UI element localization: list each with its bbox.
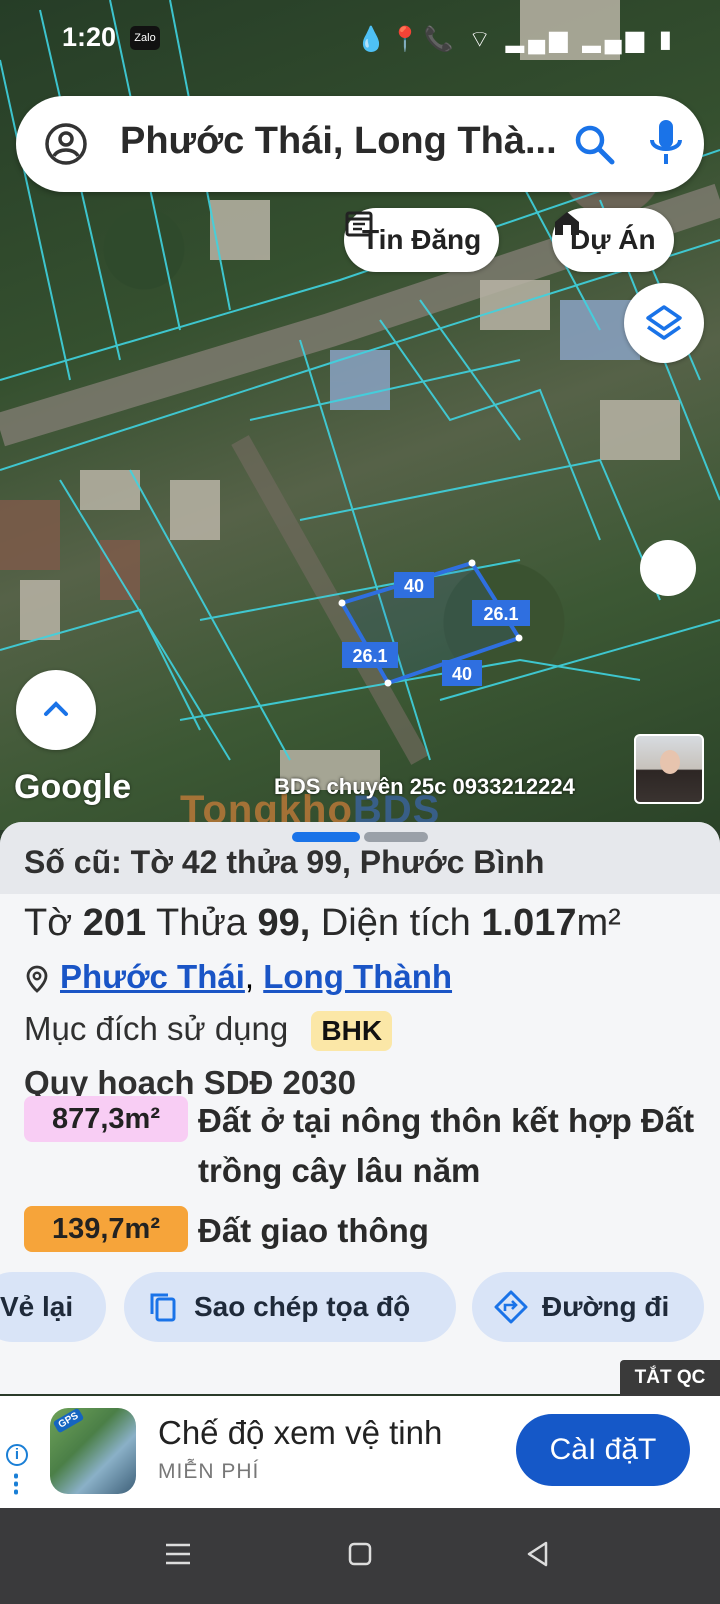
search-bar[interactable]: Phước Thái, Long Thà... xyxy=(16,96,704,192)
area-value: 1.017 xyxy=(481,902,577,944)
zone-description: Đất ở tại nông thôn kết hợp Đất trồng câ… xyxy=(198,1102,695,1189)
sheet-number: 201 xyxy=(82,902,147,944)
location-pin-icon xyxy=(26,965,48,994)
chip-tin-dang[interactable]: Tin Đăng xyxy=(344,208,500,272)
chip-du-an-label: Dự Án xyxy=(570,224,656,255)
layers-icon xyxy=(646,305,682,340)
zone-description: Đất giao thông xyxy=(198,1212,429,1249)
land-use-purpose: Mục đích sử dụng BHK xyxy=(24,1010,393,1052)
app-icon-gps-badge: GPS xyxy=(52,1407,85,1434)
zone-item: 139,7m² Đất giao thông xyxy=(24,1206,696,1256)
home-icon[interactable] xyxy=(346,1540,374,1568)
directions-label: Đường đi xyxy=(542,1291,670,1322)
expand-up-button[interactable] xyxy=(16,670,96,750)
search-query[interactable]: Phước Thái, Long Thà... xyxy=(120,120,560,163)
district-link[interactable]: Long Thành xyxy=(263,958,452,995)
app-icon[interactable]: GPS xyxy=(50,1407,136,1494)
ward-link[interactable]: Phước Thái xyxy=(60,958,245,995)
action-row: Vẻ lại Sao chép tọa độ Đường đi xyxy=(0,1272,720,1344)
search-icon[interactable] xyxy=(572,122,616,166)
ad-title[interactable]: Chế độ xem vệ tinh xyxy=(158,1414,442,1452)
zone-area-badge: 877,3m² xyxy=(24,1096,188,1142)
old-record-text: Số cũ: Tờ 42 thửa 99, Phước Bình xyxy=(24,844,545,880)
copy-icon xyxy=(150,1293,176,1322)
location-separator: , xyxy=(244,958,255,995)
ad-subtitle: MIỄN PHÍ xyxy=(158,1460,260,1483)
redraw-label: Vẻ lại xyxy=(0,1291,74,1322)
system-nav-bar xyxy=(0,1508,720,1604)
location-marker[interactable] xyxy=(640,540,696,596)
sheet-handle-inactive[interactable] xyxy=(364,832,428,842)
calendar-icon xyxy=(345,211,373,237)
status-icons: 💧📍📞 ⌔ ▂▄▆ ▂▄▆ ▮ xyxy=(356,26,676,53)
google-attribution: Google xyxy=(14,768,132,806)
parcel-summary: Tờ 201 Thửa 99, Diện tích 1.017m² xyxy=(24,902,621,945)
copy-coordinates-button[interactable]: Sao chép tọa độ xyxy=(124,1272,456,1342)
area-label: Diện tích xyxy=(320,902,471,944)
parcel-edge-top: 40 xyxy=(404,576,424,596)
directions-icon xyxy=(494,1290,528,1324)
agent-avatar-thumbnail[interactable] xyxy=(634,734,704,804)
purpose-badge: BHK xyxy=(311,1011,393,1052)
old-record-row: Số cũ: Tờ 42 thửa 99, Phước Bình xyxy=(0,822,720,894)
chevron-up-icon xyxy=(44,701,68,716)
zalo-notification-icon: Zalo xyxy=(130,26,160,50)
sheet-handle-active[interactable] xyxy=(292,832,360,842)
directions-button[interactable]: Đường đi xyxy=(472,1272,704,1342)
parcel-edge-bottom: 40 xyxy=(452,664,472,684)
zone-item: 877,3m² Đất ở tại nông thôn kết hợp Đất … xyxy=(24,1096,696,1200)
install-button[interactable]: CàI đặT xyxy=(516,1414,690,1486)
parcel-edge-right: 26.1 xyxy=(483,604,518,624)
status-time: 1:20 xyxy=(62,22,117,52)
area-unit: m² xyxy=(576,902,621,944)
redraw-button[interactable]: Vẻ lại xyxy=(0,1272,106,1342)
account-icon[interactable] xyxy=(44,122,88,166)
lot-label: Thửa xyxy=(155,902,247,944)
house-icon xyxy=(555,212,579,235)
chip-du-an[interactable]: Dự Án xyxy=(552,208,674,272)
chip-tin-dang-label: Tin Đăng xyxy=(362,224,482,255)
back-icon[interactable] xyxy=(524,1540,552,1568)
ad-close-button[interactable]: TẮT QC xyxy=(620,1360,720,1396)
ad-menu-dots-icon[interactable] xyxy=(14,1472,18,1496)
status-bar: 1:20 Zalo 💧📍📞 ⌔ ▂▄▆ ▂▄▆ ▮ xyxy=(0,18,720,58)
menu-icon[interactable] xyxy=(164,1540,192,1568)
sheet-label: Tờ xyxy=(24,902,73,944)
lot-number: 99, xyxy=(257,902,311,944)
copy-coordinates-label: Sao chép tọa độ xyxy=(194,1291,411,1322)
purpose-label: Mục đích sử dụng xyxy=(24,1010,289,1047)
satellite-map[interactable]: 40 26.1 26.1 40 1:20 Zalo 💧📍📞 ⌔ ▂▄▆ ▂▄▆ … xyxy=(0,0,720,830)
parcel-location: Phước Thái, Long Thành xyxy=(24,958,452,996)
zone-area-badge: 139,7m² xyxy=(24,1206,188,1252)
ad-info-icon[interactable]: i xyxy=(6,1444,28,1466)
layers-button[interactable] xyxy=(624,283,704,363)
parcel-edge-left: 26.1 xyxy=(352,646,387,666)
ad-credit-text: BDS chuyên 25c 0933212224 xyxy=(274,774,575,799)
ad-banner[interactable]: i GPS Chế độ xem vệ tinh MIỄN PHÍ CàI đặ… xyxy=(0,1396,720,1508)
parcel-info-sheet: Số cũ: Tờ 42 thửa 99, Phước Bình Tờ 201 … xyxy=(0,822,720,1394)
mic-icon[interactable] xyxy=(646,118,686,168)
